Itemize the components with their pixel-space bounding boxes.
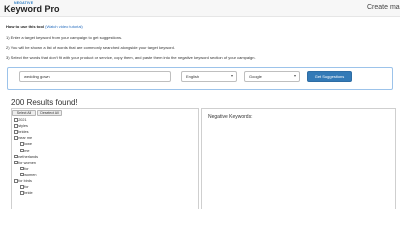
- keyword-checkbox[interactable]: [14, 118, 18, 122]
- keyword-checkbox[interactable]: [20, 166, 24, 171]
- keyword-label: styles: [18, 124, 28, 129]
- search-engine-select[interactable]: Google ▾: [244, 71, 300, 82]
- chevron-down-icon: ▾: [293, 73, 296, 78]
- deselect-all-button[interactable]: Deselect All: [37, 110, 62, 116]
- keyword-label: bride: [24, 191, 33, 196]
- keyword-label: women: [24, 172, 37, 177]
- get-suggestions-button[interactable]: Get Suggestions: [307, 71, 352, 82]
- keyword-list-item[interactable]: styles: [14, 124, 28, 129]
- keyword-checkbox[interactable]: [20, 148, 24, 152]
- instructions-heading: How to use this tool: [6, 24, 44, 29]
- negative-keywords-panel: Negative Keywords:: [201, 108, 396, 209]
- top-navbar: NEGATIVE Keyword Pro Create ma: [0, 0, 400, 17]
- keyword-list-item[interactable]: netherlands: [14, 154, 39, 160]
- keyword-checkbox[interactable]: [14, 179, 18, 183]
- keyword-label: near me: [18, 136, 33, 141]
- language-select[interactable]: English ▾: [181, 71, 237, 82]
- chevron-down-icon: ▾: [230, 73, 233, 78]
- keyword-list-item[interactable]: for women: [14, 160, 36, 166]
- keyword-checkbox[interactable]: [20, 185, 24, 189]
- negative-keywords-label: Negative Keywords:: [208, 114, 253, 120]
- create-nav-link[interactable]: Create ma: [367, 4, 400, 11]
- keyword-list-item[interactable]: women: [20, 172, 37, 178]
- logo-main-text: Keyword Pro: [4, 4, 60, 14]
- instruction-step-3: 3) Select the words that don't fit with …: [6, 55, 256, 60]
- keyword-checkbox[interactable]: [20, 142, 24, 146]
- keyword-list-item[interactable]: lowe: [20, 142, 32, 147]
- keyword-list-item[interactable]: for birds: [14, 179, 32, 184]
- keyword-label: for: [24, 185, 29, 190]
- language-select-value: English: [186, 74, 200, 79]
- keyword-checkbox[interactable]: [14, 130, 18, 134]
- keyword-checkbox[interactable]: [14, 160, 18, 165]
- video-tutorial-link[interactable]: (Watch video tutorial): [45, 24, 83, 29]
- keyword-list-item[interactable]: for: [20, 185, 29, 190]
- keyword-list-item[interactable]: me: [20, 148, 30, 154]
- keyword-label: for women: [18, 160, 36, 165]
- app-logo[interactable]: NEGATIVE Keyword Pro: [4, 1, 64, 15]
- keyword-label: for: [24, 166, 29, 171]
- keyword-label: for birds: [18, 179, 32, 183]
- keyword-label: me: [24, 148, 30, 153]
- keyword-label: 2021: [18, 118, 27, 122]
- keyword-results-panel: [11, 108, 199, 209]
- instruction-step-2: 2) You will be shown a list of words tha…: [6, 45, 175, 50]
- keyword-list-item[interactable]: brides: [14, 130, 29, 135]
- keyword-checkbox[interactable]: [14, 154, 18, 159]
- keyword-input[interactable]: wedding gown: [19, 71, 171, 82]
- instructions-heading-line: How to use this tool (Watch video tutori…: [6, 24, 83, 29]
- keyword-label: netherlands: [18, 154, 39, 159]
- keyword-list-item[interactable]: 2021: [14, 118, 27, 123]
- instruction-step-1: 1) Enter a target keyword from your camp…: [6, 35, 123, 40]
- keyword-list-item[interactable]: for: [20, 166, 29, 172]
- select-all-button[interactable]: Select All: [12, 110, 36, 116]
- keyword-list-item[interactable]: bride: [20, 191, 33, 196]
- keyword-checkbox[interactable]: [20, 191, 24, 195]
- keyword-label: brides: [18, 130, 29, 135]
- search-engine-select-value: Google: [249, 74, 262, 79]
- keyword-label: lowe: [24, 142, 32, 147]
- results-count-heading: 200 Results found!: [11, 98, 78, 107]
- keyword-checkbox[interactable]: [20, 172, 24, 177]
- keyword-list-item[interactable]: near me: [14, 136, 32, 141]
- keyword-checkbox[interactable]: [14, 124, 18, 128]
- keyword-checkbox[interactable]: [14, 136, 18, 140]
